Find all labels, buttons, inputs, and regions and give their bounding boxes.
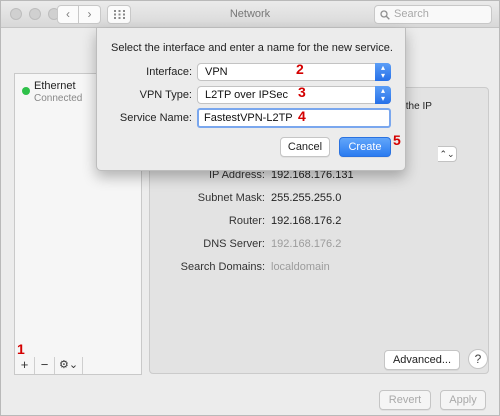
vpn-type-select[interactable]: L2TP over IPSec ▴ ▾ [197, 86, 391, 104]
interface-label: Interface: [146, 66, 192, 78]
router-value: 192.168.176.2 [271, 215, 342, 227]
network-preferences-window: ‹ › Network Search Ethernet Connected + … [0, 0, 500, 416]
search-field[interactable]: Search [374, 5, 492, 24]
annotation-step-1: 1 [17, 341, 25, 357]
interface-select[interactable]: VPN ▴ ▾ [197, 63, 391, 81]
chevron-updown-icon: ▴ ▾ [375, 63, 391, 81]
sheet-instructions: Select the interface and enter a name fo… [111, 42, 393, 54]
search-domains-label: Search Domains: [180, 261, 265, 273]
search-placeholder: Search [394, 8, 429, 20]
title-bar: ‹ › Network Search [1, 1, 499, 28]
advanced-button[interactable]: Advanced... [384, 350, 460, 370]
service-status: Connected [34, 93, 83, 104]
dns-server-label: DNS Server: [203, 238, 265, 250]
gear-menu-button[interactable]: ⚙⌄ [55, 357, 83, 374]
help-button[interactable]: ? [468, 349, 488, 369]
annotation-step-3: 3 [298, 84, 306, 100]
annotation-step-2: 2 [296, 61, 304, 77]
chevron-updown-icon: ▴ ▾ [375, 86, 391, 104]
annotation-step-5: 5 [393, 132, 401, 148]
service-name: Ethernet [34, 80, 76, 92]
vpn-type-select-value: L2TP over IPSec [205, 89, 288, 101]
remove-service-button[interactable]: − [35, 357, 55, 374]
dns-server-value: 192.168.176.2 [271, 238, 342, 250]
cancel-button[interactable]: Cancel [280, 137, 330, 157]
service-name-label: Service Name: [119, 112, 192, 124]
revert-button[interactable]: Revert [379, 390, 431, 410]
subnet-mask-value: 255.255.255.0 [271, 192, 342, 204]
new-service-sheet: Select the interface and enter a name fo… [96, 28, 406, 171]
status-connected-icon [22, 87, 30, 95]
interface-select-value: VPN [205, 66, 228, 78]
subnet-mask-label: Subnet Mask: [197, 192, 265, 204]
add-service-button[interactable]: + [15, 357, 35, 374]
configure-select-stepper[interactable]: ⌃⌄ [438, 146, 457, 162]
search-icon [380, 10, 390, 20]
chevron-updown-icon: ⌃⌄ [439, 149, 455, 159]
search-domains-value: localdomain [271, 261, 330, 273]
service-name-input[interactable] [197, 108, 391, 128]
apply-button[interactable]: Apply [440, 390, 486, 410]
vpn-type-label: VPN Type: [139, 89, 192, 101]
annotation-step-4: 4 [298, 108, 306, 124]
router-label: Router: [228, 215, 265, 227]
service-list-toolbar: + − ⚙⌄ [14, 357, 142, 375]
create-button[interactable]: Create [339, 137, 391, 157]
